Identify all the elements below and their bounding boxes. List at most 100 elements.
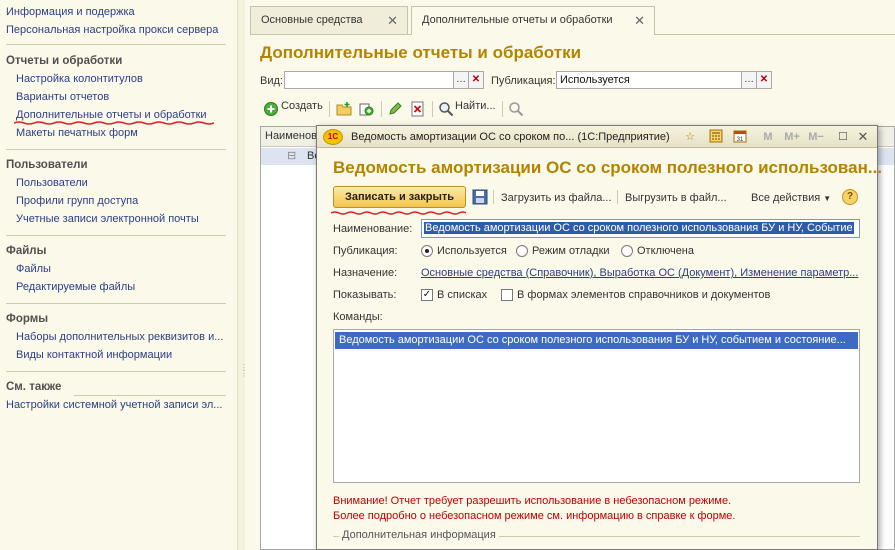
sidebar-item-headers-footers[interactable]: Настройка колонтитулов bbox=[16, 73, 143, 85]
publication-option-label[interactable]: Используется bbox=[437, 245, 507, 257]
sidebar-item-additional-attributes[interactable]: Наборы дополнительных реквизитов и... bbox=[16, 331, 223, 343]
purpose-link[interactable]: Основные средства (Справочник), Выработк… bbox=[421, 267, 861, 279]
favorite-star-icon[interactable]: ☆ bbox=[682, 129, 698, 145]
kind-filter-input[interactable] bbox=[284, 71, 454, 89]
unload-to-file-button[interactable]: Выгрузить в файл... bbox=[625, 192, 727, 204]
memory-m-icon[interactable]: M bbox=[760, 129, 776, 145]
panel-splitter[interactable]: ⋮ ⋮ bbox=[237, 0, 248, 550]
all-actions-menu[interactable]: Все действия ▼ bbox=[751, 192, 831, 204]
sidebar-item-additional-reports[interactable]: Дополнительные отчеты и обработки bbox=[16, 109, 207, 121]
toolbar-divider bbox=[432, 101, 433, 117]
find-button[interactable]: Найти... bbox=[455, 100, 496, 112]
maximize-icon[interactable]: ☐ bbox=[835, 129, 851, 145]
search-icon[interactable] bbox=[438, 101, 454, 117]
show-in-lists-checkbox[interactable]: ✓ bbox=[421, 289, 433, 301]
report-dialog: 1С Ведомость амортизации ОС со сроком по… bbox=[316, 125, 882, 550]
cancel-search-icon[interactable] bbox=[508, 101, 524, 117]
close-icon[interactable]: ✕ bbox=[634, 13, 645, 29]
kind-filter-label: Вид: bbox=[260, 75, 283, 87]
publication-filter-label: Публикация: bbox=[491, 75, 556, 87]
dialog-header: Ведомость амортизации ОС со сроком полез… bbox=[333, 158, 883, 177]
page-title: Дополнительные отчеты и обработки bbox=[260, 43, 582, 62]
delete-mark-icon[interactable] bbox=[410, 101, 426, 117]
edit-icon[interactable] bbox=[387, 101, 403, 117]
sidebar-item-info-support[interactable]: Информация и подержка bbox=[6, 6, 135, 18]
add-folder-icon[interactable] bbox=[336, 101, 352, 117]
unsafe-mode-hint: Более подробно о небезопасном режиме см.… bbox=[333, 510, 736, 522]
commands-table[interactable]: Ведомость амортизации ОС со сроком полез… bbox=[333, 329, 860, 483]
calendar-icon[interactable]: 31 bbox=[732, 129, 748, 145]
save-and-close-button[interactable]: Записать и закрыть bbox=[333, 186, 466, 208]
sidebar-divider bbox=[74, 395, 226, 396]
sidebar-divider bbox=[6, 44, 226, 45]
table-row[interactable]: Ведомость амортизации ОС со сроком полез… bbox=[335, 332, 858, 349]
sidebar-section-title: См. также bbox=[6, 381, 62, 393]
toolbar-divider bbox=[381, 101, 382, 117]
memory-minus-icon[interactable]: M− bbox=[806, 129, 826, 145]
dialog-window-title: Ведомость амортизации ОС со сроком по...… bbox=[351, 131, 670, 143]
name-field[interactable]: Ведомость амортизации ОС со сроком полез… bbox=[421, 219, 860, 238]
unsafe-mode-warning: Внимание! Отчет требует разрешить исполь… bbox=[333, 495, 732, 507]
sidebar-item-access-group-profiles[interactable]: Профили групп доступа bbox=[16, 195, 138, 207]
svg-text:31: 31 bbox=[737, 137, 744, 143]
sidebar-divider bbox=[6, 149, 226, 150]
sidebar-item-contact-info-types[interactable]: Виды контактной информации bbox=[16, 349, 172, 361]
publication-debug-radio[interactable] bbox=[516, 245, 528, 257]
publication-used-radio[interactable] bbox=[421, 245, 433, 257]
tab-label: Дополнительные отчеты и обработки bbox=[422, 14, 613, 26]
help-icon[interactable]: ? bbox=[842, 189, 858, 205]
publication-label: Публикация: bbox=[333, 245, 398, 257]
publication-option-label[interactable]: Отключена bbox=[637, 245, 694, 257]
save-icon[interactable] bbox=[472, 189, 488, 205]
collapse-icon[interactable]: ⊟ bbox=[287, 149, 296, 162]
toolbar-divider bbox=[502, 101, 503, 117]
sidebar-section-title: Файлы bbox=[6, 245, 47, 257]
clear-icon[interactable]: ✕ bbox=[756, 71, 772, 89]
calculator-icon[interactable] bbox=[708, 129, 724, 145]
sidebar-item-proxy-settings[interactable]: Персональная настройка прокси сервера bbox=[6, 24, 218, 36]
memory-plus-icon[interactable]: M+ bbox=[782, 129, 802, 145]
red-underline-mark bbox=[14, 121, 214, 125]
all-actions-label: Все действия bbox=[751, 192, 821, 204]
close-icon[interactable]: ✕ bbox=[855, 129, 871, 145]
sidebar-item-print-layouts[interactable]: Макеты печатных форм bbox=[16, 127, 138, 139]
create-button[interactable]: Создать bbox=[281, 100, 323, 112]
select-button[interactable]: … bbox=[741, 71, 757, 89]
load-from-file-button[interactable]: Загрузить из файла... bbox=[501, 192, 612, 204]
show-in-forms-checkbox[interactable] bbox=[501, 289, 513, 301]
toolbar-divider bbox=[329, 101, 330, 117]
sidebar: Информация и подержка Персональная настр… bbox=[0, 0, 236, 550]
name-field-value: Ведомость амортизации ОС со сроком полез… bbox=[424, 222, 854, 234]
sidebar-item-email-accounts[interactable]: Учетные записи электронной почты bbox=[16, 213, 199, 225]
sidebar-item-report-variants[interactable]: Варианты отчетов bbox=[16, 91, 109, 103]
1c-logo-icon: 1С bbox=[323, 129, 343, 145]
purpose-label: Назначение: bbox=[333, 267, 398, 279]
tab-label: Основные средства bbox=[261, 14, 363, 26]
select-button[interactable]: … bbox=[453, 71, 469, 89]
dialog-titlebar[interactable]: 1С Ведомость амортизации ОС со сроком по… bbox=[317, 126, 877, 148]
toolbar-divider bbox=[493, 190, 494, 204]
sidebar-item-system-email-account[interactable]: Настройки системной учетной записи эл... bbox=[6, 399, 222, 411]
show-in-forms-label[interactable]: В формах элементов справочников и докуме… bbox=[517, 289, 770, 301]
sidebar-item-files[interactable]: Файлы bbox=[16, 263, 51, 275]
sidebar-section-title: Пользователи bbox=[6, 159, 88, 171]
show-label: Показывать: bbox=[333, 289, 397, 301]
sidebar-item-users[interactable]: Пользователи bbox=[16, 177, 88, 189]
name-label: Наименование: bbox=[333, 223, 413, 235]
extra-info-group-title[interactable]: Дополнительная информация bbox=[339, 529, 499, 541]
add-icon[interactable] bbox=[263, 101, 279, 117]
sidebar-item-editable-files[interactable]: Редактируемые файлы bbox=[16, 281, 135, 293]
clear-icon[interactable]: ✕ bbox=[468, 71, 484, 89]
show-in-lists-label[interactable]: В списках bbox=[437, 289, 487, 301]
close-icon[interactable]: ✕ bbox=[387, 13, 398, 29]
tab-fixed-assets[interactable]: Основные средства ✕ bbox=[250, 6, 408, 34]
publication-disabled-radio[interactable] bbox=[621, 245, 633, 257]
sidebar-section-title: Формы bbox=[6, 313, 49, 325]
publication-option-label[interactable]: Режим отладки bbox=[532, 245, 610, 257]
red-underline-mark bbox=[331, 211, 466, 215]
copy-icon[interactable] bbox=[358, 101, 374, 117]
publication-filter-input[interactable]: Используется bbox=[556, 71, 742, 89]
tab-additional-reports[interactable]: Дополнительные отчеты и обработки ✕ bbox=[411, 6, 655, 35]
sidebar-divider bbox=[6, 371, 226, 372]
commands-label: Команды: bbox=[333, 311, 383, 323]
